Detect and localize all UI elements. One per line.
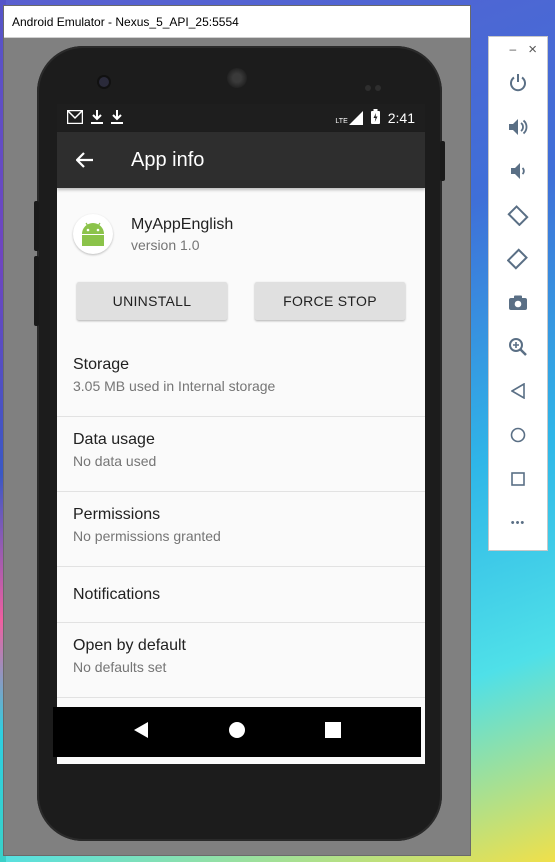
list-item-title: Storage: [73, 356, 130, 373]
zoom-icon[interactable]: [489, 325, 547, 369]
app-header: MyAppEnglish version 1.0: [57, 188, 425, 258]
list-item-subtitle: No defaults set: [73, 659, 167, 675]
rotate-right-icon[interactable]: [489, 237, 547, 281]
rotate-left-icon[interactable]: [489, 193, 547, 237]
window-title: Android Emulator - Nexus_5_API_25:5554: [12, 14, 239, 29]
power-icon[interactable]: [489, 61, 547, 105]
minimize-button[interactable]: –: [510, 42, 517, 56]
camera-icon[interactable]: [489, 281, 547, 325]
list-item-notifications[interactable]: Notifications: [57, 567, 425, 623]
status-bar: LTE 2:41: [57, 104, 425, 132]
app-version: version 1.0: [131, 236, 200, 253]
nav-home-icon[interactable]: [228, 721, 246, 744]
uninstall-button[interactable]: UNINSTALL: [77, 282, 227, 320]
action-buttons: UNINSTALL FORCE STOP: [57, 282, 425, 320]
volume-down-icon[interactable]: [489, 149, 547, 193]
list-item-permissions[interactable]: Permissions No permissions granted: [57, 492, 425, 567]
phone-screen: LTE 2:41 App info MyAppEnglish version 1…: [57, 104, 425, 764]
more-icon[interactable]: •••: [489, 501, 547, 545]
list-item-title: Data usage: [73, 431, 155, 448]
page-title: App info: [131, 148, 205, 171]
emulator-window: Android Emulator - Nexus_5_API_25:5554 L…: [3, 5, 471, 856]
list-item-data-usage[interactable]: Data usage No data used: [57, 417, 425, 492]
app-bar: App info: [57, 132, 425, 188]
download-icon: [111, 109, 123, 127]
download-icon: [91, 109, 103, 127]
panel-header: – ×: [489, 37, 547, 61]
battery-icon: [370, 109, 380, 127]
list-item-subtitle: 3.05 MB used in Internal storage: [73, 378, 276, 394]
android-app-icon: [73, 214, 113, 254]
sensors: [365, 78, 387, 91]
home-icon[interactable]: [489, 413, 547, 457]
navigation-bar: [53, 707, 421, 757]
gmail-notification-icon: [66, 109, 84, 127]
nav-back-icon[interactable]: [133, 721, 149, 744]
list-item-subtitle: No data used: [73, 453, 157, 469]
phone-side-button-right: [440, 141, 445, 181]
list-item-subtitle: No permissions granted: [73, 528, 221, 544]
front-camera: [99, 77, 109, 87]
phone-side-button-left: [34, 201, 39, 251]
lte-signal-icon: LTE: [335, 111, 363, 125]
list-item-title: Permissions: [73, 506, 161, 523]
force-stop-button[interactable]: FORCE STOP: [255, 282, 405, 320]
clock: 2:41: [387, 110, 415, 126]
list-item-title: Notifications: [73, 585, 161, 603]
list-item-open-by-default[interactable]: Open by default No defaults set: [57, 623, 425, 698]
phone-side-button-left-2: [34, 256, 39, 326]
nav-overview-icon[interactable]: [325, 721, 342, 743]
volume-up-icon[interactable]: [489, 105, 547, 149]
list-item-title: Open by default: [73, 637, 186, 654]
back-arrow-icon[interactable]: [57, 152, 113, 168]
app-name: MyAppEnglish: [131, 215, 234, 233]
earpiece-speaker: [227, 68, 247, 88]
emulator-control-panel: – × •••: [488, 36, 548, 551]
window-titlebar[interactable]: Android Emulator - Nexus_5_API_25:5554: [4, 6, 470, 38]
settings-list: Storage 3.05 MB used in Internal storage…: [57, 342, 425, 698]
close-button[interactable]: ×: [528, 41, 537, 58]
list-item-storage[interactable]: Storage 3.05 MB used in Internal storage: [57, 342, 425, 417]
overview-icon[interactable]: [489, 457, 547, 501]
back-icon[interactable]: [489, 369, 547, 413]
